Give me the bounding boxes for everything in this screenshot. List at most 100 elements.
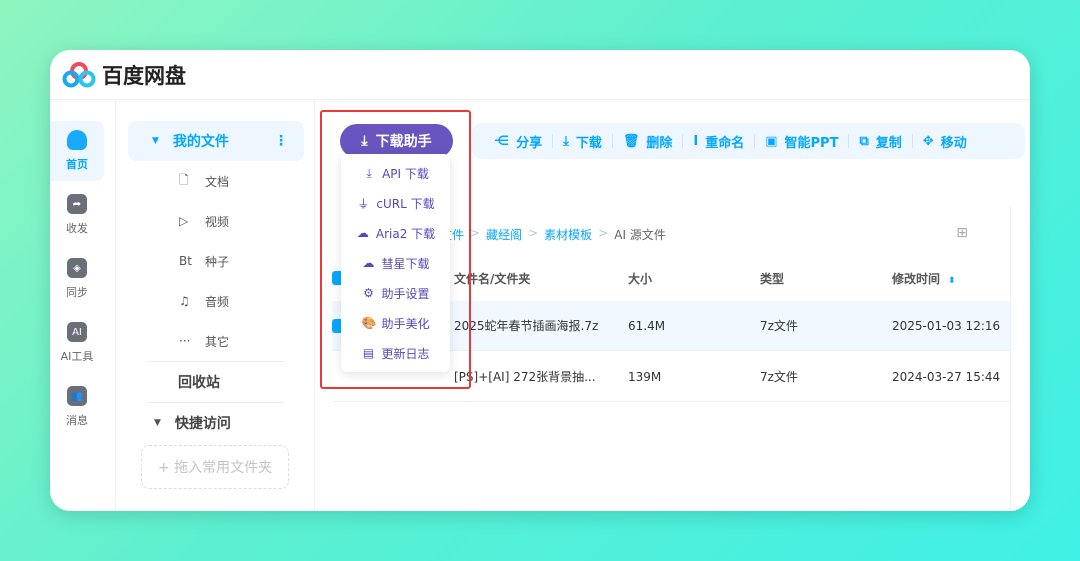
menu-item-label: 助手美化	[381, 316, 430, 331]
tree-item-label: 其它	[205, 334, 230, 349]
tree-item-0[interactable]: 🗋 文档	[117, 161, 314, 201]
app-title: 百度网盘	[102, 63, 186, 88]
menu-item-5[interactable]: 🎨 助手美化	[341, 308, 450, 338]
toolbar-label: 智能PPT	[784, 135, 839, 151]
menu-item-6[interactable]: ▤ 更新日志	[341, 338, 450, 368]
rail-label: 收发	[66, 222, 88, 235]
rail-item-0[interactable]: 首页	[50, 121, 104, 181]
ppt-icon: ▣	[765, 133, 778, 149]
toolbar-label: 重命名	[705, 135, 745, 151]
col-type[interactable]: 类型	[760, 270, 892, 287]
rail-item-2[interactable]: ◈ 同步	[50, 249, 104, 309]
chevron-right-icon: >	[528, 226, 539, 240]
my-files-label: 我的文件	[172, 134, 229, 150]
app-window: 百度网盘 首页 ➦ 收发 ◈ 同步 AI AI工具 👥 消息 ▼ 我的文件 ⋮ 🗋 文档 ▷ 视频 Bt 种子…	[50, 50, 1030, 511]
menu-item-label: cURL 下载	[376, 196, 435, 211]
grid-view-icon[interactable]: ⊞	[956, 225, 968, 241]
rail-label: 同步	[66, 286, 88, 299]
rail-item-3[interactable]: AI AI工具	[50, 313, 104, 373]
document-icon: 🗋	[179, 172, 189, 187]
file-type: 7z文件	[760, 319, 798, 333]
palette-icon: 🎨	[361, 316, 377, 330]
toolbar-trash-button[interactable]: 🗑 删除	[613, 132, 683, 151]
cloud-icon	[67, 130, 87, 150]
file-modified: 2024-03-27 15:44	[892, 369, 1001, 384]
tree-my-files[interactable]: ▼ 我的文件 ⋮	[128, 121, 304, 161]
cloud-download-icon: ☁	[362, 256, 375, 270]
download-icon: ⤓	[563, 133, 569, 149]
download-helper-label: 下载助手	[375, 134, 432, 150]
rename-icon: Ⅰ	[693, 133, 699, 149]
menu-item-4[interactable]: ⚙ 助手设置	[341, 278, 450, 308]
chevron-right-icon: >	[470, 226, 481, 240]
breadcrumb-item[interactable]: 素材模板	[544, 226, 592, 243]
menu-item-label: 彗星下载	[381, 256, 430, 271]
more-vertical-icon[interactable]: ⋮	[274, 133, 288, 149]
rail-item-1[interactable]: ➦ 收发	[50, 185, 104, 245]
caret-down-icon: ▼	[154, 418, 161, 428]
toolbar-download-button[interactable]: ⤓ 下载	[553, 132, 612, 151]
tree-recycle-bin[interactable]: 回收站	[117, 362, 314, 402]
toolbar-share-button[interactable]: ⋲ 分享	[484, 132, 552, 151]
download-arrow-icon: ⤓	[366, 165, 372, 180]
download-helper-button[interactable]: ⤓ 下载助手	[340, 124, 453, 158]
tree-item-2[interactable]: Bt 种子	[117, 241, 314, 281]
toolbar-label: 下载	[575, 135, 602, 151]
menu-item-label: 更新日志	[381, 346, 430, 361]
ai-icon: AI	[67, 322, 87, 342]
tree-quick-access[interactable]: ▼ 快捷访问	[117, 403, 314, 443]
tree-item-label: 文档	[205, 174, 230, 189]
more-icon: ···	[179, 334, 191, 348]
toolbar-label: 删除	[646, 135, 673, 151]
sort-icon[interactable]: ⬍	[948, 276, 956, 286]
baidu-pan-logo	[62, 61, 96, 87]
toolbar-copy-button[interactable]: ⧉ 复制	[849, 132, 911, 151]
tree-item-3[interactable]: ♫ 音频	[117, 281, 314, 321]
users-icon: 👥	[67, 386, 87, 406]
menu-item-3[interactable]: ☁ 彗星下载	[341, 248, 450, 278]
menu-item-1[interactable]: ⏚ cURL 下载	[341, 188, 450, 218]
tree-item-4[interactable]: ··· 其它	[117, 321, 314, 361]
menu-item-label: Aria2 下载	[375, 226, 436, 241]
gear-icon: ⚙	[363, 286, 374, 300]
rail-item-4[interactable]: 👥 消息	[50, 377, 104, 437]
play-icon: ▷	[179, 214, 189, 228]
toolbar-move-button[interactable]: ✥ 移动	[913, 132, 977, 151]
bt-icon: Bt	[179, 254, 192, 268]
col-size[interactable]: 大小	[628, 270, 760, 287]
toolbar-ppt-button[interactable]: ▣ 智能PPT	[755, 132, 848, 151]
tree-item-label: 音频	[205, 294, 230, 309]
plug-icon: ⏚	[357, 196, 370, 211]
cloud-download-icon: ☁	[356, 226, 369, 240]
menu-item-0[interactable]: ⤓ API 下载	[341, 158, 450, 188]
tree-item-label: 视频	[205, 214, 230, 229]
nav-rail: 首页 ➦ 收发 ◈ 同步 AI AI工具 👥 消息	[50, 101, 116, 511]
toolbar: ⋲ 分享 ⤓ 下载 🗑 删除 Ⅰ 重命名 ▣ 智能PPT ⧉ 复制 ✥ 移动	[472, 123, 1025, 159]
rail-label: 首页	[66, 158, 88, 171]
drop-folder-zone[interactable]: + 拖入常用文件夹	[141, 445, 289, 489]
caret-down-icon: ▼	[152, 136, 159, 146]
headphones-icon: ♫	[179, 294, 190, 308]
toolbar-label: 移动	[940, 135, 967, 151]
trash-icon: 🗑	[622, 133, 640, 149]
header: 百度网盘	[50, 50, 1030, 100]
toolbar-label: 复制	[875, 135, 902, 151]
tree-item-label: 种子	[205, 254, 230, 269]
rail-label: AI工具	[60, 350, 94, 363]
file-type: 7z文件	[760, 370, 798, 384]
file-size: 61.4M	[628, 318, 666, 333]
toolbar-rename-button[interactable]: Ⅰ 重命名	[683, 132, 754, 151]
chevron-right-icon: >	[598, 226, 609, 240]
copy-icon: ⧉	[859, 133, 869, 149]
tree-item-1[interactable]: ▷ 视频	[117, 201, 314, 241]
breadcrumb-item[interactable]: 藏经阁	[486, 226, 522, 243]
toolbar-label: 分享	[516, 135, 543, 151]
scrollbar[interactable]	[1010, 206, 1030, 511]
move-icon: ✥	[922, 133, 934, 149]
menu-item-2[interactable]: ☁ Aria2 下载	[341, 218, 450, 248]
file-size: 139M	[628, 369, 662, 384]
col-modified[interactable]: 修改时间 ⬍	[892, 270, 1010, 287]
quick-access-label: 快捷访问	[174, 416, 231, 432]
share-icon: ⋲	[494, 133, 510, 149]
menu-item-label: 助手设置	[381, 286, 430, 301]
